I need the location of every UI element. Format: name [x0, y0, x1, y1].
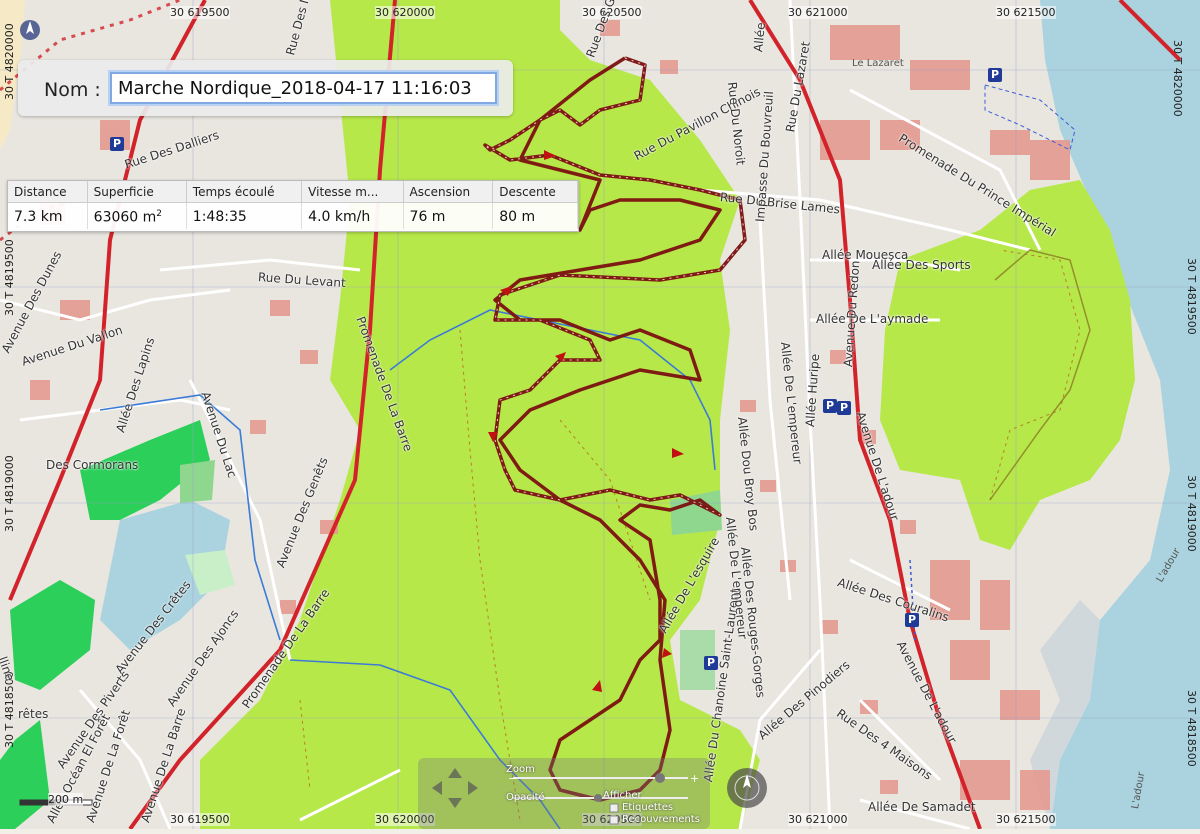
show-label: Afficher: [603, 790, 642, 801]
grid-label-right: 30 T 4818500: [1185, 690, 1198, 767]
pan-up-icon[interactable]: [448, 768, 462, 778]
stat-avg-speed: 4.0 km/h: [301, 202, 404, 229]
stat-header-avg-speed: Vitesse m...: [301, 181, 404, 203]
name-label: Nom :: [44, 79, 101, 101]
parking-icon: P: [905, 613, 919, 627]
stat-area: 63060 m2: [87, 202, 187, 229]
stat-descent: 80 m: [492, 202, 578, 229]
pan-down-icon[interactable]: [448, 798, 462, 808]
map-navigation-controls: − + Zoom Opacité Afficher Etiquettes Rec…: [418, 758, 710, 829]
street-label: Allée De L'aymade: [816, 312, 929, 326]
pan-left-icon[interactable]: [432, 781, 442, 795]
stat-elapsed-time: 1:48:35: [186, 202, 303, 229]
grid-label-left: 30 T 4820000: [3, 23, 16, 100]
poi-label: Le Lazaret: [852, 58, 904, 69]
parking-icon: P: [837, 401, 851, 415]
grid-label-top: 30 619500: [170, 6, 230, 19]
grid-label-left: 30 T 4818500: [3, 671, 16, 748]
street-label: rêtes: [18, 707, 49, 721]
grid-label-right: 30 T 4819000: [1185, 475, 1198, 552]
stat-ascent: 76 m: [403, 202, 494, 229]
grid-label-top: 30 620000: [375, 6, 435, 19]
compass-icon: [20, 20, 40, 40]
street-label: Des Cormorans: [46, 458, 139, 472]
grid-label-left: 30 T 4819500: [3, 239, 16, 316]
grid-label-top: 30 621500: [996, 6, 1056, 19]
grid-label-bottom: 30 619500: [170, 813, 230, 826]
opacity-slider-handle[interactable]: [594, 794, 602, 802]
parking-icon: P: [110, 137, 124, 151]
scale-label: 200 m: [48, 793, 84, 806]
overlaps-option-label: Recouvrements: [622, 814, 700, 825]
track-stats-table: Distance Superficie Temps écoulé Vitesse…: [7, 180, 579, 232]
pan-right-icon[interactable]: [468, 781, 478, 795]
stat-header-ascent: Ascension: [403, 181, 494, 203]
zoom-slider-handle[interactable]: [655, 773, 665, 783]
zoom-label: Zoom: [506, 764, 535, 775]
stat-header-distance: Distance: [8, 181, 88, 203]
stat-header-area: Superficie: [87, 181, 187, 203]
track-name-input[interactable]: [110, 72, 497, 104]
rotate-compass-icon[interactable]: [727, 768, 767, 808]
parking-icon: P: [823, 399, 837, 413]
stat-area-unit-exponent: 2: [156, 209, 163, 219]
labels-checkbox[interactable]: [609, 803, 619, 813]
stat-header-descent: Descente: [492, 181, 578, 203]
grid-label-right: 30 T 4820000: [1171, 40, 1184, 117]
grid-label-top: 30 621000: [788, 6, 848, 19]
track-name-panel: Nom :: [18, 60, 513, 116]
grid-label-right: 30 T 4819500: [1185, 258, 1198, 335]
stat-area-value: 63060 m: [93, 209, 157, 226]
street-label: Allée De Samadet: [868, 800, 976, 814]
stat-distance: 7.3 km: [8, 202, 88, 229]
grid-label-bottom: 30 621500: [996, 813, 1056, 826]
parking-icon: P: [988, 68, 1002, 82]
grid-label-bottom: 30 621000: [788, 813, 848, 826]
grid-label-left: 30 T 4819000: [3, 455, 16, 532]
overlaps-checkbox[interactable]: [609, 815, 619, 825]
stat-header-elapsed-time: Temps écoulé: [186, 181, 303, 203]
opacity-label: Opacité: [506, 792, 545, 803]
svg-text:+: +: [690, 772, 699, 785]
map-canvas[interactable]: [0, 0, 1200, 829]
street-label: Allée Des Sports: [872, 258, 971, 272]
labels-option-label: Etiquettes: [622, 802, 674, 813]
parking-icon: P: [704, 656, 718, 670]
